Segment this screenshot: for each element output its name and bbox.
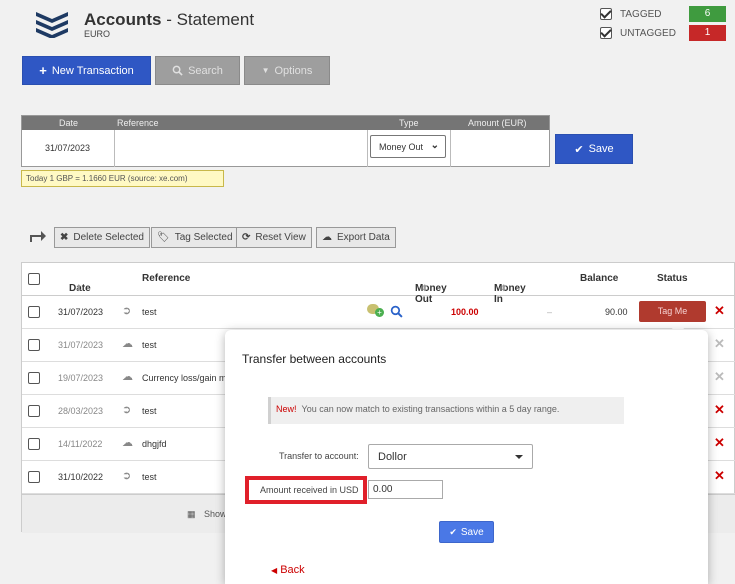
entry-amount-input[interactable]	[451, 130, 550, 167]
reset-view-button[interactable]: ⟳ Reset View	[236, 227, 312, 248]
arrow-turn-icon	[30, 231, 46, 242]
row-checkbox[interactable]	[28, 306, 40, 318]
delete-row-icon[interactable]: ✕	[714, 402, 725, 418]
search-button[interactable]: Search	[155, 56, 240, 85]
app-logo-icon	[36, 12, 68, 38]
amount-received-input[interactable]: 0.00	[368, 480, 443, 499]
account-currency: EURO	[84, 29, 111, 39]
untagged-label: UNTAGGED	[620, 27, 676, 39]
plus-icon: +	[39, 63, 47, 78]
money-out-value: 100.00	[451, 307, 479, 317]
delete-row-icon[interactable]: ✕	[714, 336, 725, 352]
table-row[interactable]: 31/07/2023 ➲ test + 100.00 – 90.00 Tag M…	[22, 296, 735, 329]
modal-title: Transfer between accounts	[242, 352, 387, 366]
col-status: Status	[657, 273, 688, 284]
refresh-icon: ⟳	[242, 232, 251, 243]
row-checkbox[interactable]	[28, 339, 40, 351]
untagged-filter[interactable]: UNTAGGED	[600, 27, 676, 39]
options-button[interactable]: ▼ Options	[244, 56, 330, 85]
amount-label-highlight: Amount received in USD	[245, 476, 367, 504]
check-icon: ✔	[449, 526, 457, 537]
transaction-entry-form: Date Reference Type Amount (EUR) 31/07/2…	[21, 115, 550, 167]
row-checkbox[interactable]	[28, 438, 40, 450]
caret-left-icon: ◀	[271, 566, 278, 575]
entry-save-button[interactable]: ✔ Save	[555, 134, 633, 164]
search-icon	[172, 65, 183, 76]
delete-selected-button[interactable]: ✖ Delete Selected	[54, 227, 150, 248]
type-select[interactable]: Money Out ⌄	[370, 135, 446, 158]
transfer-account-select[interactable]: Dollor	[368, 444, 533, 469]
cloud-upload-icon: ☁	[122, 437, 133, 449]
tagged-count-badge: 6	[689, 6, 726, 22]
info-banner: New! You can now match to existing transa…	[268, 397, 624, 424]
entry-date-cell[interactable]: 31/07/2023	[22, 130, 115, 167]
amount-received-label: Amount received in USD	[260, 485, 359, 495]
cloud-upload-icon: ☁	[122, 338, 133, 350]
col-balance: Balance	[580, 273, 619, 284]
transfer-account-label: Transfer to account:	[279, 451, 359, 461]
select-all-checkbox[interactable]	[28, 273, 40, 285]
page-title: Accounts - Statement	[84, 10, 255, 29]
balance-value: 90.00	[605, 307, 628, 317]
entry-reference-input[interactable]	[115, 130, 368, 167]
transfer-icon: ➲	[122, 470, 132, 482]
back-link[interactable]: ◀ Back	[271, 564, 305, 576]
chevron-down-icon: ⌄	[430, 140, 439, 151]
col-reference: Reference	[142, 273, 191, 284]
row-checkbox[interactable]	[28, 405, 40, 417]
times-icon: ✖	[60, 232, 69, 243]
show-range-link[interactable]: Show	[204, 509, 227, 519]
plus-icon: +	[375, 308, 384, 317]
caret-down-icon: ▼	[261, 66, 270, 75]
cloud-upload-icon: ☁	[122, 371, 133, 383]
export-data-button[interactable]: ☁ Export Data	[316, 227, 396, 248]
untagged-count-badge: 1	[689, 25, 726, 41]
checkbox-icon	[600, 27, 612, 39]
row-checkbox[interactable]	[28, 372, 40, 384]
check-icon: ✔	[574, 143, 584, 156]
tag-selected-button[interactable]: 🏷 Tag Selected	[151, 227, 239, 248]
delete-row-icon[interactable]: ✕	[714, 468, 725, 484]
tagged-label: TAGGED	[620, 8, 662, 20]
tag-me-button[interactable]: Tag Me	[639, 301, 706, 322]
exchange-rate-note: Today 1 GBP = 1.1660 EUR (source: xe.com…	[21, 170, 224, 187]
tag-icon: 🏷	[157, 232, 170, 243]
delete-row-icon[interactable]: ✕	[714, 369, 725, 385]
table-header: Date ⬍ Reference Money Out ⬍ Money In ⬍ Bal…	[22, 263, 734, 305]
delete-row-icon[interactable]: ✕	[714, 303, 725, 319]
entry-header: Date Reference Type Amount (EUR)	[22, 116, 549, 130]
new-transaction-button[interactable]: + New Transaction	[22, 56, 151, 85]
money-in-value: –	[547, 307, 553, 317]
caret-down-icon	[515, 455, 523, 459]
row-checkbox[interactable]	[28, 471, 40, 483]
tagged-filter[interactable]: TAGGED	[600, 8, 661, 20]
transfer-modal: Transfer between accounts New! You can no…	[225, 330, 708, 584]
checkbox-icon	[600, 8, 612, 20]
modal-save-button[interactable]: ✔ Save	[439, 521, 494, 543]
transfer-icon: ➲	[122, 305, 132, 317]
search-icon[interactable]	[390, 305, 403, 318]
calendar-icon: ▦	[187, 509, 196, 519]
new-badge: New!	[276, 404, 297, 414]
transfer-icon: ➲	[122, 404, 132, 416]
cloud-download-icon: ☁	[322, 232, 332, 243]
delete-row-icon[interactable]: ✕	[714, 435, 725, 451]
